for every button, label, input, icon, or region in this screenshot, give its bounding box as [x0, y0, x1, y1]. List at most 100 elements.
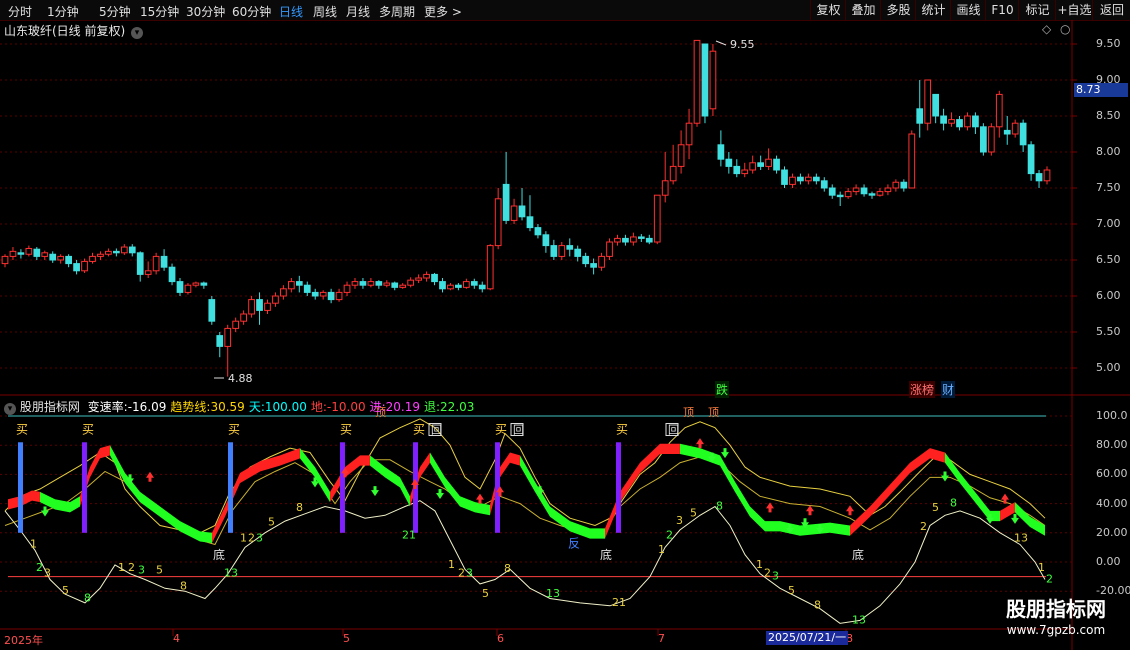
up-arrow-2	[146, 471, 154, 482]
candle-body-50	[399, 284, 407, 288]
candle-body-26	[208, 299, 216, 322]
bottom-label-0: 底	[213, 547, 225, 562]
buy-label-6: 买	[616, 423, 628, 437]
indicator-tick-4: 20.00	[1096, 525, 1128, 539]
count-label-31: 3	[772, 570, 779, 583]
candle-body-17	[136, 252, 144, 275]
candle-body-111	[884, 187, 892, 193]
count-label-33: 8	[814, 599, 821, 612]
candle-body-116	[924, 79, 932, 124]
count-label-29: 1	[756, 558, 763, 571]
candle-body-107	[852, 187, 860, 193]
candle-body-113	[900, 181, 908, 189]
candle-body-59	[470, 281, 478, 286]
candle-body-6	[49, 253, 57, 261]
candle-body-3	[25, 247, 33, 255]
buy-bar-0	[18, 442, 23, 533]
candle-body-88	[701, 43, 709, 117]
buy-label-0: 买	[16, 423, 28, 437]
candle-body-40	[319, 291, 327, 297]
count-label-17: 1	[448, 558, 455, 571]
count-label-10: 13	[224, 567, 238, 580]
candle-body-45	[359, 281, 367, 286]
candle-body-114	[908, 133, 916, 189]
indicator-title-row: ▾ 股朋指标网 变速率:-16.09 趋势线:30.59 天:100.00 地:-10…	[4, 398, 474, 415]
top-label-2: 顶	[708, 406, 719, 419]
price-tick-3: 8.00	[1096, 145, 1121, 158]
ribbon-red-5	[490, 452, 520, 516]
candle-body-121	[964, 115, 971, 128]
candle-body-106	[844, 191, 852, 198]
candle-body-103	[820, 180, 828, 189]
candle-body-92	[733, 165, 741, 175]
count-label-24: 1	[658, 543, 665, 556]
candle-body-55	[439, 281, 446, 290]
candle-body-27	[216, 335, 224, 347]
price-tick-0: 9.50	[1096, 37, 1121, 50]
down-arrow-7	[436, 489, 444, 499]
candle-body-34	[272, 295, 279, 304]
candle-body-124	[987, 126, 995, 153]
candle-body-11	[89, 255, 96, 262]
count-label-9: 8	[180, 580, 187, 593]
candle-body-8	[65, 255, 72, 265]
ribbon-green-3	[370, 455, 410, 507]
candle-body-10	[81, 260, 88, 272]
hui-label-1: 回	[513, 424, 524, 437]
price-tick-9: 5.00	[1096, 361, 1121, 374]
count-label-16: 21	[402, 529, 416, 542]
candle-body-23	[184, 284, 192, 293]
chart-canvas[interactable]: 买买买买买买买回回回顶顶顶底底底反12 3581 2 3 58131 2 3582112 35…	[0, 0, 1130, 650]
candle-body-99	[789, 176, 796, 185]
candle-body-2	[17, 252, 25, 255]
bottom-label-1: 底	[600, 547, 612, 562]
candle-body-82	[653, 194, 661, 243]
candle-body-105	[836, 194, 844, 198]
candle-body-37	[295, 281, 303, 286]
candle-body-110	[876, 191, 884, 196]
buy-bar-3	[340, 442, 345, 533]
count-label-21: 8	[504, 562, 511, 575]
bottom-label-2: 底	[852, 547, 864, 562]
top-label-1: 顶	[683, 406, 694, 419]
candle-body-9	[73, 263, 80, 272]
count-label-19: 3	[466, 567, 473, 580]
candle-body-53	[423, 273, 430, 279]
price-tick-8: 5.50	[1096, 325, 1121, 338]
count-label-3: 5	[62, 584, 69, 597]
candle-body-98	[781, 169, 788, 185]
candle-body-70	[558, 245, 566, 257]
date-tick-3: 6	[497, 632, 504, 645]
candle-body-36	[287, 281, 295, 290]
candle-body-62	[494, 198, 502, 247]
cai-tag[interactable]: 财	[941, 381, 956, 398]
count-label-34: 13	[852, 613, 866, 626]
indicator-tick-0: 100.0	[1096, 409, 1128, 422]
candle-body-128	[1019, 122, 1027, 146]
up-arrow-8	[476, 493, 484, 504]
candle-body-13	[105, 250, 112, 255]
ribbon-green-4	[430, 452, 490, 516]
buy-label-3: 买	[340, 423, 352, 437]
indicator-tick-1: 80.00	[1096, 438, 1128, 452]
die-tag[interactable]: 跌	[715, 381, 730, 398]
candle-body-42	[335, 291, 343, 301]
down-arrow-23	[1011, 513, 1019, 524]
candle-body-56	[447, 284, 454, 290]
count-label-20: 5	[482, 587, 489, 600]
indicator-param-3: 地:-10.00	[310, 400, 366, 414]
candle-body-19	[152, 255, 160, 272]
candle-body-46	[367, 281, 375, 286]
candle-body-130	[1035, 173, 1043, 182]
candle-body-93	[741, 169, 749, 175]
candle-body-83	[661, 180, 669, 196]
indicator-collapse-icon[interactable]: ▾	[4, 403, 16, 415]
count-label-25: 2	[666, 529, 673, 542]
count-label-7: 3	[138, 564, 145, 577]
count-label-13: 3	[256, 532, 263, 545]
candle-body-51	[407, 279, 415, 286]
zhangbang-tag[interactable]: 涨榜	[909, 381, 936, 398]
count-label-2: 3	[44, 567, 51, 580]
count-label-32: 5	[788, 584, 795, 597]
candle-body-48	[383, 282, 391, 286]
